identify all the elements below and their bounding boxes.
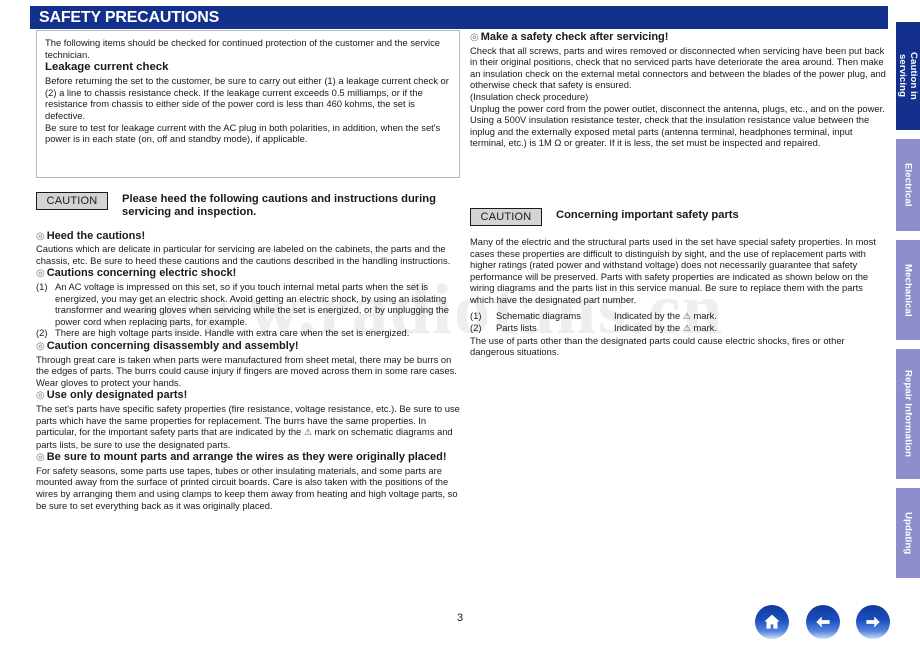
previous-page-button[interactable] <box>805 605 840 639</box>
row-number: (1) <box>470 309 482 321</box>
side-tab-mechanical[interactable]: Mechanical <box>896 240 920 340</box>
safety-parts-indicator-table: (1) Schematic diagrams Indicated by the … <box>470 310 888 335</box>
left-caution-row: CAUTION Please heed the following cautio… <box>36 192 460 219</box>
arrow-left-icon <box>815 616 830 628</box>
safety-parts-closing-paragraph: The use of parts other than the designat… <box>470 334 845 358</box>
side-tab-strip: Caution in servicing Electrical Mechanical… <box>896 22 920 587</box>
right-column: ◎ Make a safety check after servicing! Ch… <box>470 30 888 358</box>
table-row: (1) Schematic diagrams Indicated by the … <box>470 310 888 323</box>
list-item-number: (2) <box>36 327 48 339</box>
double-circle-icon: ◎ <box>36 390 45 402</box>
warning-triangle-icon: ⚠ <box>682 310 691 321</box>
leakage-current-check-heading: Leakage current check <box>45 61 169 74</box>
section-paragraph-disassembly-assembly: Through great care is taken when parts w… <box>36 353 457 388</box>
electric-shock-list: (1) An AC voltage is impressed on this s… <box>36 281 460 339</box>
side-tab-electrical[interactable]: Electrical <box>896 139 920 231</box>
caution-instruction-text: Please heed the following cautions and i… <box>122 193 436 218</box>
side-tab-label: Repair Information <box>902 370 914 458</box>
leakage-paragraph-2: Be sure to test for leakage current with… <box>45 121 441 145</box>
section-heading-designated-parts: ◎ Use only designated parts! <box>36 389 188 402</box>
warning-triangle-icon: ⚠ <box>682 323 691 334</box>
section-heading-safety-check: ◎ Make a safety check after servicing! <box>470 31 669 43</box>
side-tab-label: Electrical <box>902 163 914 207</box>
side-tab-updating[interactable]: Updating <box>896 488 920 578</box>
double-circle-icon: ◎ <box>36 452 45 464</box>
safety-check-paragraph-3: Unplug the power cord from the power out… <box>470 102 885 149</box>
bottom-navigation <box>755 604 890 640</box>
warning-triangle-icon: ⚠ <box>303 427 312 438</box>
side-tab-repair-information[interactable]: Repair Information <box>896 349 920 479</box>
caution-safety-parts-text: Concerning important safety parts <box>556 208 739 221</box>
row-label: Schematic diagrams <box>496 309 581 321</box>
left-column: The following items should be checked fo… <box>36 30 460 511</box>
row-label: Parts lists <box>496 322 537 334</box>
caution-badge: CAUTION <box>36 192 108 210</box>
section-heading-disassembly-assembly: ◎ Caution concerning disassembly and asse… <box>36 339 299 352</box>
next-page-button[interactable] <box>856 605 890 639</box>
row-number: (2) <box>470 322 482 334</box>
section-heading-heed-the-cautions: ◎ Heed the cautions! <box>36 229 146 242</box>
section-paragraph-heed-the-cautions: Cautions which are delicate in particula… <box>36 243 451 266</box>
double-circle-icon: ◎ <box>36 268 45 280</box>
list-item-text: An AC voltage is impressed on this set, … <box>55 280 449 327</box>
arrow-right-icon <box>866 616 880 628</box>
page-title: SAFETY PRECAUTIONS <box>39 9 220 26</box>
section-paragraph-mount-parts: For safety seasons, some parts use tapes… <box>36 464 458 511</box>
row-value: Indicated by the ⚠ mark. <box>614 322 717 334</box>
page-header-bar: SAFETY PRECAUTIONS <box>30 6 888 29</box>
safety-check-paragraph-1: Check that all screws, parts and wires r… <box>470 44 886 91</box>
home-icon <box>764 614 780 629</box>
table-row: (2) Parts lists Indicated by the ⚠ mark. <box>470 322 888 335</box>
caution-badge: CAUTION <box>470 207 542 226</box>
double-circle-icon: ◎ <box>470 32 479 43</box>
side-tab-label: Caution in servicing <box>897 52 919 100</box>
safety-parts-paragraph: Many of the electric and the structural … <box>470 235 876 305</box>
list-item: (2) There are high voltage parts inside.… <box>36 327 460 339</box>
list-item-number: (1) <box>36 280 48 292</box>
double-circle-icon: ◎ <box>36 230 45 242</box>
list-item-text: There are high voltage parts inside. Han… <box>55 327 410 339</box>
leakage-paragraph-1: Before returning the set to the customer… <box>45 75 449 121</box>
side-tab-label: Mechanical <box>902 263 914 317</box>
list-item: (1) An AC voltage is impressed on this s… <box>36 281 460 327</box>
home-button[interactable] <box>755 605 789 639</box>
row-value: Indicated by the ⚠ mark. <box>614 309 717 321</box>
double-circle-icon: ◎ <box>36 340 45 352</box>
section-paragraph-designated-parts: The set's parts have specific safety pro… <box>36 403 460 450</box>
intro-box: The following items should be checked fo… <box>36 30 460 178</box>
intro-paragraph: The following items should be checked fo… <box>45 37 441 60</box>
safety-check-paragraph-2: (Insulation check procedure) <box>470 90 589 102</box>
side-tab-label: Updating <box>902 511 914 555</box>
section-heading-mount-parts: ◎ Be sure to mount parts and arrange the … <box>36 451 447 464</box>
right-caution-row: CAUTION Concerning important safety part… <box>470 207 888 226</box>
section-heading-electric-shock: ◎ Cautions concerning electric shock! <box>36 267 237 280</box>
side-tab-caution-in-servicing[interactable]: Caution in servicing <box>896 22 920 130</box>
